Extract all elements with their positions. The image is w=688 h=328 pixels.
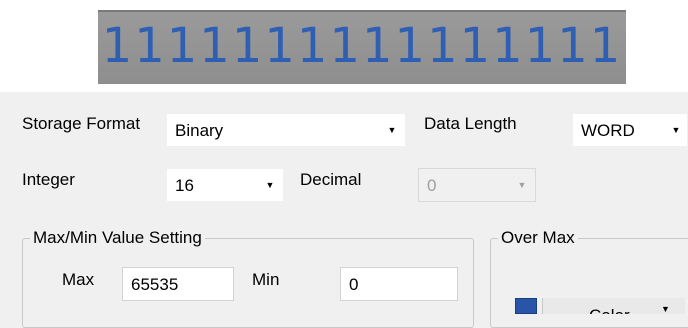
- decimal-label: Decimal: [300, 170, 362, 189]
- color-swatch[interactable]: [515, 298, 537, 314]
- integer-label: Integer: [22, 170, 75, 189]
- chevron-down-icon[interactable]: ▼: [381, 114, 403, 146]
- color-dropdown[interactable]: Color ▼: [542, 298, 685, 314]
- min-input[interactable]: 0: [340, 267, 458, 301]
- max-label: Max: [62, 270, 95, 289]
- decimal-combo[interactable]: 0 ▼: [418, 168, 536, 202]
- data-length-combo[interactable]: WORD ▼: [572, 113, 688, 147]
- over-max-groupbox: [490, 238, 688, 328]
- data-length-label: Data Length: [424, 114, 517, 133]
- color-label: Color: [589, 306, 630, 314]
- over-max-group-title: Over Max: [498, 228, 578, 248]
- display-preview: 1111111111111111: [98, 10, 626, 84]
- integer-combo[interactable]: 16 ▼: [166, 168, 284, 202]
- min-value: 0: [349, 275, 359, 294]
- min-label: Min: [252, 270, 280, 289]
- storage-format-label: Storage Format: [22, 114, 141, 133]
- integer-value: 16: [175, 176, 194, 195]
- decimal-value: 0: [427, 176, 437, 195]
- display-value: 1111111111111111: [101, 18, 623, 74]
- max-min-group-title: Max/Min Value Setting: [30, 228, 205, 248]
- data-length-value: WORD: [581, 121, 635, 140]
- storage-format-value: Binary: [175, 121, 224, 140]
- chevron-down-icon[interactable]: ▼: [259, 169, 281, 201]
- storage-format-combo[interactable]: Binary ▼: [166, 113, 406, 147]
- chevron-down-icon: ▼: [517, 180, 527, 190]
- chevron-down-icon[interactable]: ▼: [665, 114, 687, 146]
- max-value: 65535: [131, 275, 179, 294]
- chevron-down-icon[interactable]: ▼: [661, 304, 670, 314]
- max-input[interactable]: 65535: [122, 267, 234, 301]
